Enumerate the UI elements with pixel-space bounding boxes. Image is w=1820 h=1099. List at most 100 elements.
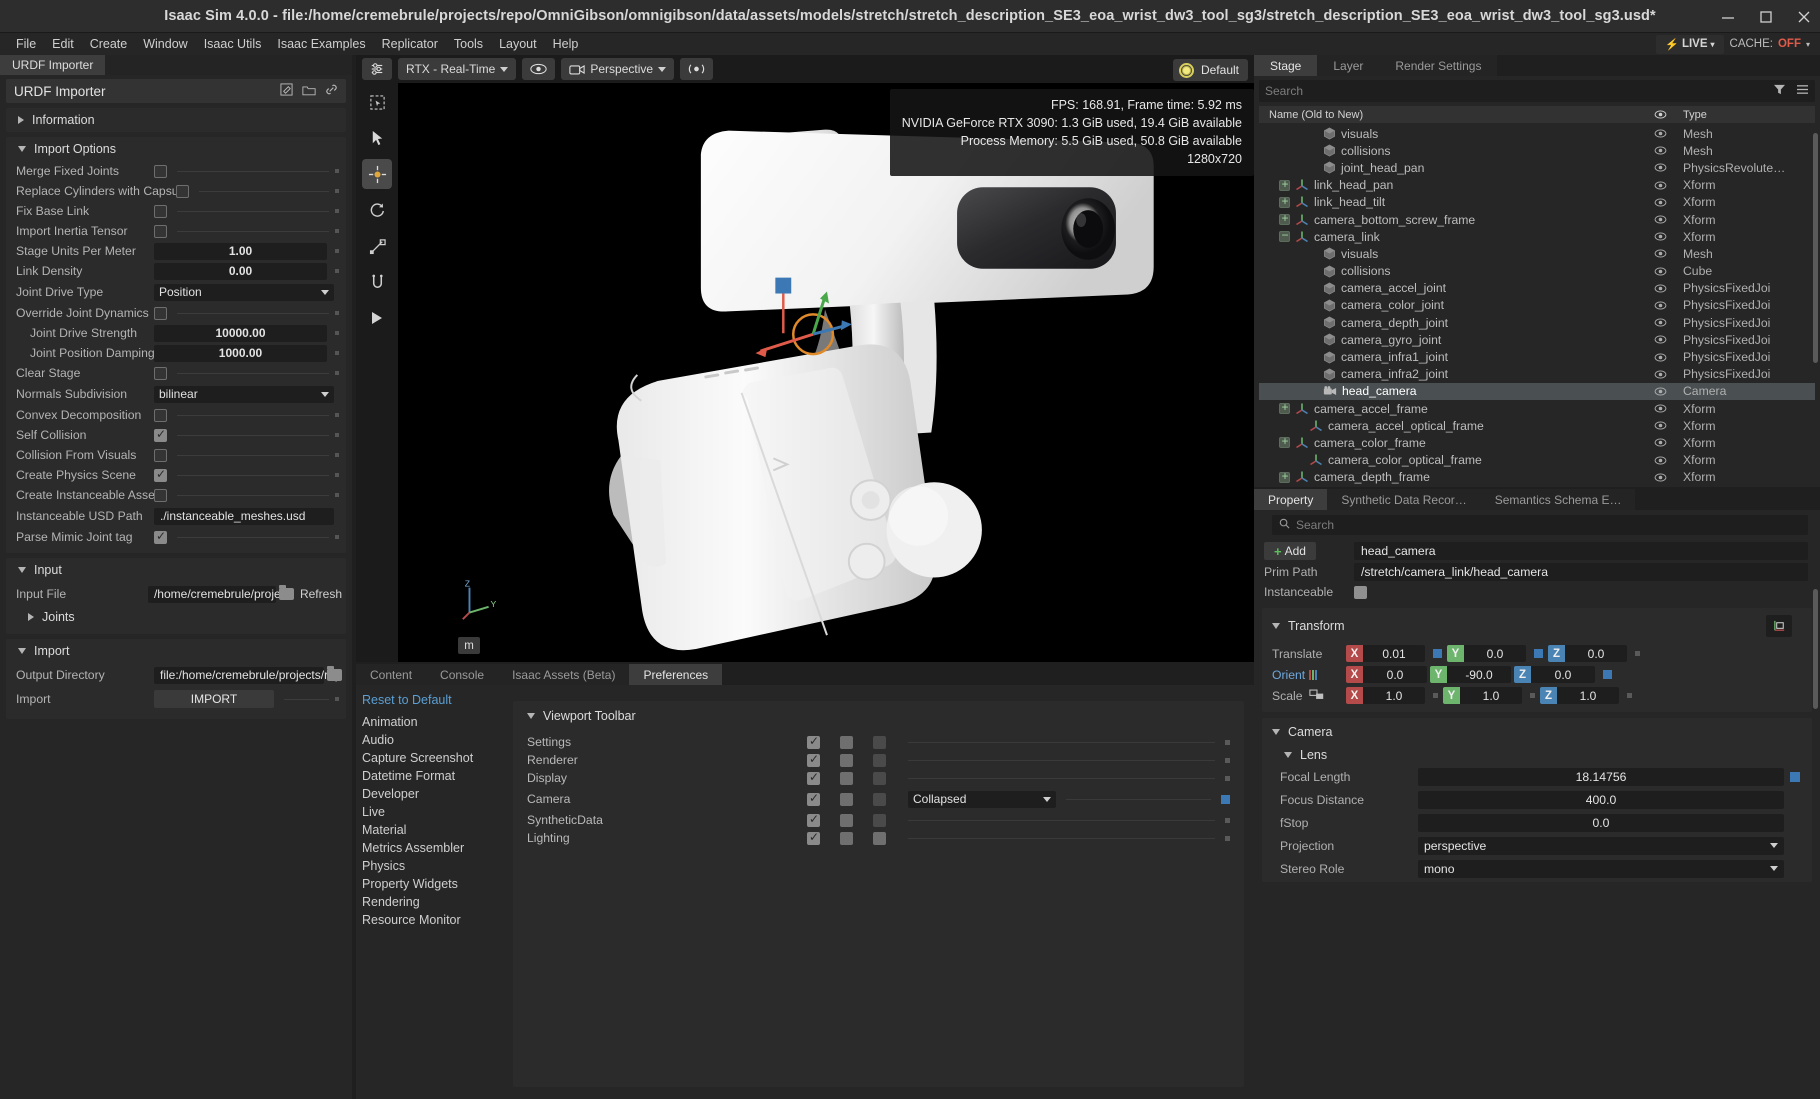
input-translate-z[interactable]: 0.0: [1565, 645, 1627, 662]
stage-tree-row[interactable]: visualsMesh: [1259, 125, 1815, 142]
visibility-eye-icon[interactable]: [1645, 353, 1675, 362]
vt-camera-square-1[interactable]: [840, 793, 853, 806]
expand-collapse-icon[interactable]: [1279, 180, 1290, 191]
expand-collapse-icon[interactable]: [1279, 214, 1290, 225]
checkbox-override-joint-dynamics[interactable]: [154, 307, 167, 320]
stage-tree-row[interactable]: camera_gyro_jointPhysicsFixedJoi: [1259, 331, 1815, 348]
vt-settings-square-1[interactable]: [840, 736, 853, 749]
checkbox-replace-cylinders[interactable]: [176, 185, 189, 198]
expand-collapse-icon[interactable]: [1279, 472, 1290, 483]
stage-tree-row[interactable]: camera_depth_frameXform: [1259, 469, 1815, 485]
menu-window[interactable]: Window: [135, 35, 195, 53]
stage-tree-row[interactable]: camera_accel_frameXform: [1259, 400, 1815, 417]
pref-category-audio[interactable]: Audio: [362, 731, 511, 749]
input-orient-z[interactable]: 0.0: [1531, 666, 1595, 683]
add-property-button[interactable]: + Add: [1264, 542, 1316, 560]
vt-lighting-square-1[interactable]: [840, 832, 853, 845]
stage-tree-row[interactable]: camera_linkXform: [1259, 228, 1815, 245]
input-translate-x[interactable]: 0.01: [1363, 645, 1425, 662]
property-search-input[interactable]: Search: [1272, 515, 1808, 535]
input-link-density[interactable]: 0.00: [154, 263, 327, 280]
stage-tree-row[interactable]: collisionsCube: [1259, 263, 1815, 280]
input-orient-x[interactable]: 0.0: [1363, 666, 1427, 683]
dropdown-normals-subdivision[interactable]: bilinear: [154, 386, 334, 403]
menu-file[interactable]: File: [8, 35, 44, 53]
viewport-unit-chip[interactable]: m: [458, 637, 480, 654]
visibility-eye-icon[interactable]: [1645, 335, 1675, 344]
tab-console[interactable]: Console: [426, 664, 498, 685]
input-joint-drive-strength[interactable]: 10000.00: [154, 325, 327, 342]
dropdown-stereo-role[interactable]: mono: [1418, 860, 1784, 878]
column-header-name[interactable]: Name (Old to New): [1259, 109, 1645, 121]
camera-selector[interactable]: Perspective: [561, 58, 674, 80]
checkbox-fix-base-link[interactable]: [154, 205, 167, 218]
input-instanceable-usd-path[interactable]: ./instanceable_meshes.usd: [154, 508, 334, 525]
stage-tree-row[interactable]: joint_head_panPhysicsRevolute…: [1259, 159, 1815, 176]
visibility-eye-icon[interactable]: [1645, 249, 1675, 258]
checkbox-create-physics-scene[interactable]: [154, 469, 167, 482]
stage-tree-row[interactable]: camera_depth_jointPhysicsFixedJoi: [1259, 314, 1815, 331]
visibility-eye-icon[interactable]: [1645, 456, 1675, 465]
section-information-header[interactable]: Information: [6, 108, 346, 132]
vt-camera-dropdown[interactable]: Collapsed: [908, 791, 1056, 808]
viewport-toolbar-header[interactable]: Viewport Toolbar: [513, 709, 1244, 733]
expand-collapse-icon[interactable]: [1279, 197, 1290, 208]
tab-preferences[interactable]: Preferences: [629, 664, 722, 685]
cache-badge[interactable]: CACHE: OFF ▾: [1724, 36, 1820, 52]
column-header-type[interactable]: Type: [1675, 109, 1815, 121]
stage-tree-row[interactable]: link_head_panXform: [1259, 177, 1815, 194]
menu-layout[interactable]: Layout: [491, 35, 545, 53]
pref-category-capture-screenshot[interactable]: Capture Screenshot: [362, 749, 511, 767]
visibility-eye-icon[interactable]: [1645, 129, 1675, 138]
input-output-directory[interactable]: file:/home/cremebrule/projects/rep: [154, 667, 324, 684]
visibility-eye-icon[interactable]: [1645, 438, 1675, 447]
folder-icon[interactable]: [327, 669, 342, 681]
pref-category-live[interactable]: Live: [362, 803, 511, 821]
pointer-tool-button[interactable]: [362, 123, 392, 153]
input-stage-units[interactable]: 1.00: [154, 243, 327, 260]
stage-tree-row-selected[interactable]: head_cameraCamera: [1259, 383, 1815, 400]
input-fstop[interactable]: 0.0: [1418, 814, 1784, 832]
tab-stage[interactable]: Stage: [1254, 55, 1317, 76]
vt-lighting-visible-checkbox[interactable]: [807, 832, 820, 845]
stage-search-input[interactable]: Search: [1259, 80, 1815, 102]
pref-category-property-widgets[interactable]: Property Widgets: [362, 875, 511, 893]
tab-semantics-schema-editor[interactable]: Semantics Schema E…: [1481, 489, 1636, 510]
visibility-eye-icon[interactable]: [1645, 404, 1675, 413]
menu-replicator[interactable]: Replicator: [374, 35, 446, 53]
input-focus-distance[interactable]: 400.0: [1418, 791, 1784, 809]
rotate-tool-button[interactable]: [362, 195, 392, 225]
vt-display-square-2[interactable]: [873, 772, 886, 785]
pref-category-physics[interactable]: Physics: [362, 857, 511, 875]
edit-icon[interactable]: [280, 83, 293, 99]
stage-tree-row[interactable]: collisionsMesh: [1259, 142, 1815, 159]
scale-link-icon[interactable]: [1309, 689, 1325, 703]
stage-tree[interactable]: visualsMeshcollisionsMeshjoint_head_panP…: [1259, 125, 1815, 485]
section-input-header[interactable]: Input: [6, 558, 346, 582]
vt-syntheticdata-square-1[interactable]: [840, 814, 853, 827]
input-scale-x[interactable]: 1.0: [1363, 687, 1425, 704]
vt-display-square-1[interactable]: [840, 772, 853, 785]
tab-isaac-assets[interactable]: Isaac Assets (Beta): [498, 664, 629, 685]
stage-tree-row[interactable]: camera_bottom_screw_frameXform: [1259, 211, 1815, 228]
pref-category-metrics-assembler[interactable]: Metrics Assembler: [362, 839, 511, 857]
stage-scrollbar[interactable]: [1813, 133, 1818, 363]
menu-edit[interactable]: Edit: [44, 35, 82, 53]
visibility-eye-icon[interactable]: [1645, 387, 1675, 396]
menu-isaac-utils[interactable]: Isaac Utils: [196, 35, 270, 53]
live-badge[interactable]: ⚡ LIVE ▾: [1656, 35, 1723, 54]
checkbox-create-instanceable-asset[interactable]: [154, 489, 167, 502]
menu-help[interactable]: Help: [545, 35, 587, 53]
lighting-preset-chip[interactable]: Default: [1173, 59, 1248, 81]
pref-category-material[interactable]: Material: [362, 821, 511, 839]
select-mode-button[interactable]: [362, 87, 392, 117]
menu-isaac-examples[interactable]: Isaac Examples: [269, 35, 373, 53]
visibility-eye-icon[interactable]: [1645, 198, 1675, 207]
section-import-options-header[interactable]: Import Options: [6, 137, 346, 161]
vt-settings-square-2[interactable]: [873, 736, 886, 749]
stage-tree-row[interactable]: camera_color_jointPhysicsFixedJoi: [1259, 297, 1815, 314]
section-import-header[interactable]: Import: [6, 639, 346, 663]
stage-tree-row[interactable]: camera_infra2_jointPhysicsFixedJoi: [1259, 366, 1815, 383]
stage-tree-row[interactable]: camera_accel_optical_frameXform: [1259, 417, 1815, 434]
vt-lighting-square-2[interactable]: [873, 832, 886, 845]
